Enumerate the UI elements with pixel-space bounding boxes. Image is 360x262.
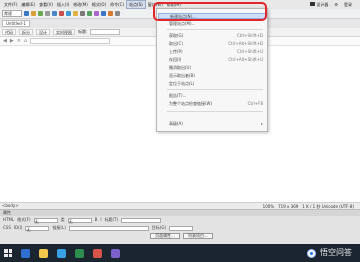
link-field[interactable]: [68, 225, 149, 231]
site-menu-dropdown: 新建站点(N)... 管理站点(M)... 获取(G) Ctrl+Shift+D …: [156, 8, 268, 132]
page-properties-button[interactable]: 页面属性...: [150, 233, 180, 239]
windows-taskbar: 悟空问答: [0, 244, 360, 262]
submenu-arrow-icon: ▸: [260, 121, 263, 126]
class-label: 类: [60, 217, 65, 222]
title-label: 标题:: [78, 29, 88, 34]
home-icon[interactable]: ⌂: [24, 38, 27, 44]
title-field[interactable]: [121, 217, 162, 223]
bold-button[interactable]: B: [95, 217, 98, 223]
properties-row-css: CSS ID(I) 无 链接(L) 目标(G): [0, 224, 360, 232]
title-input[interactable]: [90, 29, 121, 35]
date-icon[interactable]: [80, 11, 85, 16]
template-icon[interactable]: [115, 11, 120, 16]
menu-commands[interactable]: 命令(C): [108, 0, 126, 9]
title-field-label: 标题(T): [104, 217, 119, 222]
windows-start-icon[interactable]: [4, 249, 12, 257]
menu-separator: [167, 89, 263, 90]
menu-modify[interactable]: 修改(M): [71, 0, 90, 9]
insert-category-select[interactable]: 常规: [2, 10, 22, 17]
css-tab[interactable]: CSS: [3, 225, 11, 231]
id-label: ID(I): [13, 225, 23, 230]
menu-format[interactable]: 格式(O): [90, 0, 108, 9]
list-item-button[interactable]: 列表项目...: [183, 233, 213, 239]
menu-item-locate-in-site[interactable]: 定位于站点(L): [169, 81, 267, 87]
split-view-button[interactable]: 拆分: [19, 29, 33, 35]
status-bar: <body> 100% 719 x 369 1 K / 1 秒 Unicode …: [0, 202, 360, 209]
menu-item-check-links-sitewide[interactable]: 为整个站点检查链接(W) Ctrl+F8: [169, 101, 267, 107]
edge-taskbar-icon[interactable]: [57, 248, 66, 258]
menu-item-get[interactable]: 获取(G) Ctrl+Shift+D: [169, 33, 267, 39]
target-select[interactable]: [169, 225, 194, 231]
app-taskbar-icon[interactable]: [93, 248, 102, 258]
image-icon[interactable]: [66, 11, 71, 16]
target-label: 目标(G): [151, 225, 167, 230]
menu-item-put[interactable]: 上传(P) Ctrl+Shift+U: [169, 49, 267, 55]
format-label: 格式(F): [17, 217, 31, 222]
file-explorer-taskbar-icon[interactable]: [39, 248, 48, 258]
italic-button[interactable]: I: [100, 217, 101, 223]
table-icon[interactable]: [52, 11, 57, 16]
stop-icon[interactable]: ✕: [17, 38, 21, 44]
hyperlink-icon[interactable]: [24, 11, 29, 16]
menu-separator: [167, 29, 263, 30]
menu-item-advanced[interactable]: 高级(A) ▸: [169, 121, 267, 127]
menu-item-reports[interactable]: 报告(T)...: [169, 93, 267, 99]
wukong-logo-icon: [307, 248, 316, 258]
comment-icon[interactable]: [94, 11, 99, 16]
menu-insert[interactable]: 插入(I): [55, 0, 71, 9]
gear-icon[interactable]: ⚙: [334, 2, 338, 7]
code-view-button[interactable]: 代码: [2, 29, 16, 35]
menu-edit[interactable]: 编辑(E): [19, 0, 37, 9]
back-arrow-icon[interactable]: ◀: [3, 38, 7, 44]
address-input[interactable]: [30, 38, 111, 44]
workspace-tools: 设计器 ⚙ 登录: [310, 0, 352, 9]
head-icon[interactable]: [101, 11, 106, 16]
menu-item-check-out[interactable]: 取出(C) Ctrl+Alt+Shift+D: [169, 41, 267, 47]
live-view-button[interactable]: 实时视图: [53, 29, 75, 35]
html-tab[interactable]: HTML: [3, 217, 14, 223]
media-icon[interactable]: [73, 11, 78, 16]
div-icon[interactable]: [59, 11, 64, 16]
workspace-switcher[interactable]: 设计器: [310, 1, 328, 8]
horizontal-rule-icon[interactable]: [45, 11, 50, 16]
menu-item-undo-check-out[interactable]: 撤消取出(U): [169, 65, 267, 71]
menu-view[interactable]: 查看(V): [37, 0, 55, 9]
dreamweaver-taskbar-icon[interactable]: [75, 248, 84, 258]
id-select[interactable]: 无: [25, 225, 50, 232]
menu-file[interactable]: 文件(F): [2, 0, 19, 9]
menu-item-manage-sites[interactable]: 管理站点(M)...: [169, 21, 267, 27]
menu-site[interactable]: 站点(S): [126, 0, 146, 9]
document-tab[interactable]: Untitled-1: [2, 20, 30, 27]
named-anchor-icon[interactable]: [38, 11, 43, 16]
watermark: 悟空问答: [307, 248, 352, 258]
server-side-include-icon[interactable]: [87, 11, 92, 16]
browser-taskbar-icon[interactable]: [21, 248, 30, 258]
watermark-text: 悟空问答: [320, 248, 352, 257]
email-link-icon[interactable]: [31, 11, 36, 16]
menu-item-check-in[interactable]: 存回(I) Ctrl+Alt+Shift+U: [169, 57, 267, 63]
link-label: 链接(L): [52, 225, 66, 230]
properties-panel: 属性 HTML 格式(F) 无 类 无 B I 标题(T) CSS ID(I) …: [0, 209, 360, 244]
properties-row-buttons: 页面属性... 列表项目...: [0, 232, 360, 240]
menu-item-show-checked-out-by[interactable]: 显示取出者(B): [169, 73, 267, 79]
format-select[interactable]: 无: [33, 217, 58, 224]
class-select[interactable]: 无: [67, 217, 92, 224]
forward-arrow-icon[interactable]: ▶: [10, 38, 14, 44]
script-icon[interactable]: [108, 11, 113, 16]
annotation-highlight: [153, 2, 267, 21]
media-taskbar-icon[interactable]: [111, 248, 120, 258]
design-view-button[interactable]: 设计: [36, 29, 50, 35]
login-button[interactable]: 登录: [344, 2, 352, 8]
menu-separator: [167, 111, 263, 112]
properties-row-html: HTML 格式(F) 无 类 无 B I 标题(T): [0, 216, 360, 224]
